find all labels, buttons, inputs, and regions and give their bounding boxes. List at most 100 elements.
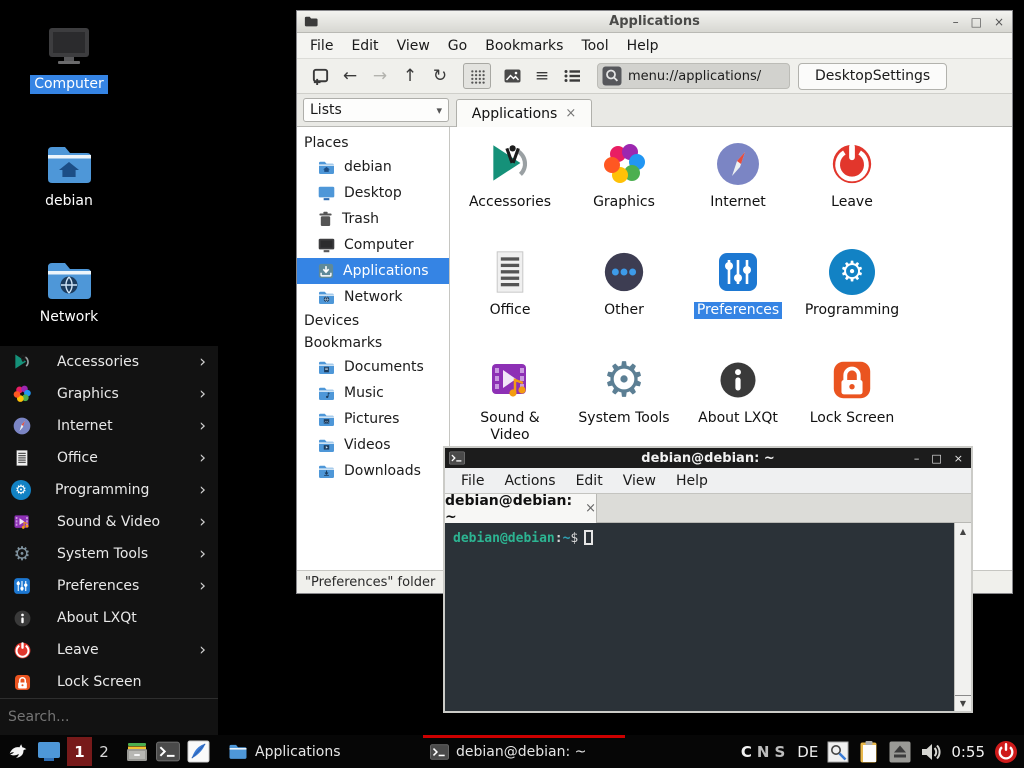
icon-view-button[interactable] [463,63,491,89]
menu-tool[interactable]: Tool [572,38,617,54]
tab-close-icon[interactable]: × [585,501,596,516]
start-menu-item-preferences[interactable]: Preferences › [0,570,218,602]
sidebar-item-applications[interactable]: Applications [297,258,449,284]
menu-file[interactable]: File [451,473,494,489]
desktop-icon-computer[interactable]: Computer [19,23,119,94]
app-item-lock-screen[interactable]: Lock Screen [795,351,909,459]
maximize-icon[interactable]: □ [931,453,941,464]
sidebar-item-downloads[interactable]: Downloads [297,458,449,484]
refresh-button[interactable]: ↻ [425,62,455,90]
fm-tab-row: Lists ▾ Applications × [297,94,1012,127]
start-menu-item-sound-video[interactable]: Sound & Video › [0,506,218,538]
sidebar-item-trash[interactable]: Trash [297,206,449,232]
terminal-titlebar[interactable]: debian@debian: ~ – □ × [445,448,971,468]
compact-view-button[interactable]: ≡ [527,62,557,90]
menu-edit[interactable]: Edit [566,473,613,489]
tab-close-icon[interactable]: × [565,106,576,121]
back-button[interactable]: ← [335,62,365,90]
detailed-view-button[interactable] [557,62,587,90]
desktop-settings-button[interactable]: DesktopSettings [798,63,947,90]
show-desktop-button[interactable] [34,735,64,768]
terminal-launcher[interactable] [152,735,183,768]
menu-file[interactable]: File [301,38,342,54]
workspace-2-button[interactable]: 2 [92,743,116,761]
minimize-icon[interactable]: – [953,16,959,28]
fm-menubar: File Edit View Go Bookmarks Tool Help [297,33,1012,58]
file-manager-launcher[interactable] [121,735,152,768]
scroll-down-icon[interactable]: ▼ [955,695,971,711]
sidebar-item-pictures[interactable]: Pictures [297,406,449,432]
clock[interactable]: 0:55 [951,743,985,761]
start-menu-search[interactable] [0,698,218,735]
volume-tray-icon[interactable] [920,742,942,762]
menu-help[interactable]: Help [618,38,668,54]
close-icon[interactable]: × [954,453,963,464]
sidebar-item-computer[interactable]: Computer [297,232,449,258]
clipboard-tray-icon[interactable] [858,740,880,764]
app-item-sound-video[interactable]: Sound & Video [453,351,567,459]
forward-button[interactable]: → [365,62,395,90]
menu-view[interactable]: View [388,38,439,54]
sidebar-item-debian[interactable]: debian [297,154,449,180]
scroll-up-icon[interactable]: ▲ [955,523,971,539]
minimize-icon[interactable]: – [914,453,920,464]
app-item-system-tools[interactable]: ⚙ System Tools [567,351,681,459]
workspace-1-button[interactable]: 1 [67,737,92,766]
app-item-leave[interactable]: Leave [795,135,909,243]
sidebar-item-network[interactable]: Network [297,284,449,310]
start-menu-item-graphics[interactable]: Graphics › [0,378,218,410]
sidebar-item-music[interactable]: Music [297,380,449,406]
app-item-programming[interactable]: ⚙ Programming [795,243,909,351]
maximize-icon[interactable]: □ [971,16,982,28]
menu-edit[interactable]: Edit [342,38,387,54]
desktop-icon-network[interactable]: Network [19,256,119,327]
app-item-internet[interactable]: Internet [681,135,795,243]
start-menu-item-accessories[interactable]: Accessories › [0,346,218,378]
start-menu-item-lock-screen[interactable]: Lock Screen [0,666,218,698]
new-tab-button[interactable] [305,62,335,90]
sidebar-item-documents[interactable]: Documents [297,354,449,380]
start-menu-button[interactable] [0,735,34,768]
app-item-graphics[interactable]: Graphics [567,135,681,243]
app-item-other[interactable]: Other [567,243,681,351]
close-icon[interactable]: × [994,16,1004,28]
tab-applications[interactable]: Applications × [456,99,592,127]
app-item-accessories[interactable]: Accessories [453,135,567,243]
menu-bookmarks[interactable]: Bookmarks [476,38,572,54]
menu-go[interactable]: Go [439,38,476,54]
sidebar-item-desktop[interactable]: Desktop [297,180,449,206]
start-menu-item-about-lxqt[interactable]: About LXQt [0,602,218,634]
menu-view[interactable]: View [613,473,666,489]
up-button[interactable]: ↑ [395,62,425,90]
task-button-applications[interactable]: Applications [221,735,423,768]
terminal-scrollbar[interactable]: ▲ ▼ [954,523,971,711]
sidebar-item-videos[interactable]: Videos [297,432,449,458]
start-menu-item-office[interactable]: Office › [0,442,218,474]
app-item-preferences[interactable]: Preferences [681,243,795,351]
start-menu-item-leave[interactable]: Leave › [0,634,218,666]
thumbnail-view-button[interactable] [497,62,527,90]
keyboard-layout-indicator[interactable]: DE [797,743,818,761]
terminal-tab[interactable]: debian@debian: ~ × [445,494,597,523]
start-menu-item-internet[interactable]: Internet › [0,410,218,442]
window-title: Applications [297,14,1012,29]
address-bar[interactable]: menu://applications/ [597,63,790,89]
search-input[interactable] [0,709,200,725]
screenshot-tray-icon[interactable] [827,741,849,763]
fm-titlebar[interactable]: Applications – □ × [297,11,1012,33]
start-menu-item-system-tools[interactable]: ⚙ System Tools › [0,538,218,570]
address-text[interactable]: menu://applications/ [628,69,761,84]
start-menu-item-programming[interactable]: ⚙ Programming › [0,474,218,506]
lists-combobox[interactable]: Lists ▾ [303,98,449,122]
text-editor-launcher[interactable] [183,735,214,768]
terminal-screen[interactable]: debian@debian:~$ [445,523,954,711]
task-button-terminal[interactable]: debian@debian: ~ [423,735,625,768]
submenu-arrow-icon: › [199,386,206,403]
menu-help[interactable]: Help [666,473,718,489]
removable-media-tray-icon[interactable] [889,741,911,763]
power-button[interactable] [994,740,1018,764]
desktop-icon-debian[interactable]: debian [19,140,119,211]
menu-actions[interactable]: Actions [494,473,565,489]
app-item-office[interactable]: Office [453,243,567,351]
app-item-about-lxqt[interactable]: About LXQt [681,351,795,459]
